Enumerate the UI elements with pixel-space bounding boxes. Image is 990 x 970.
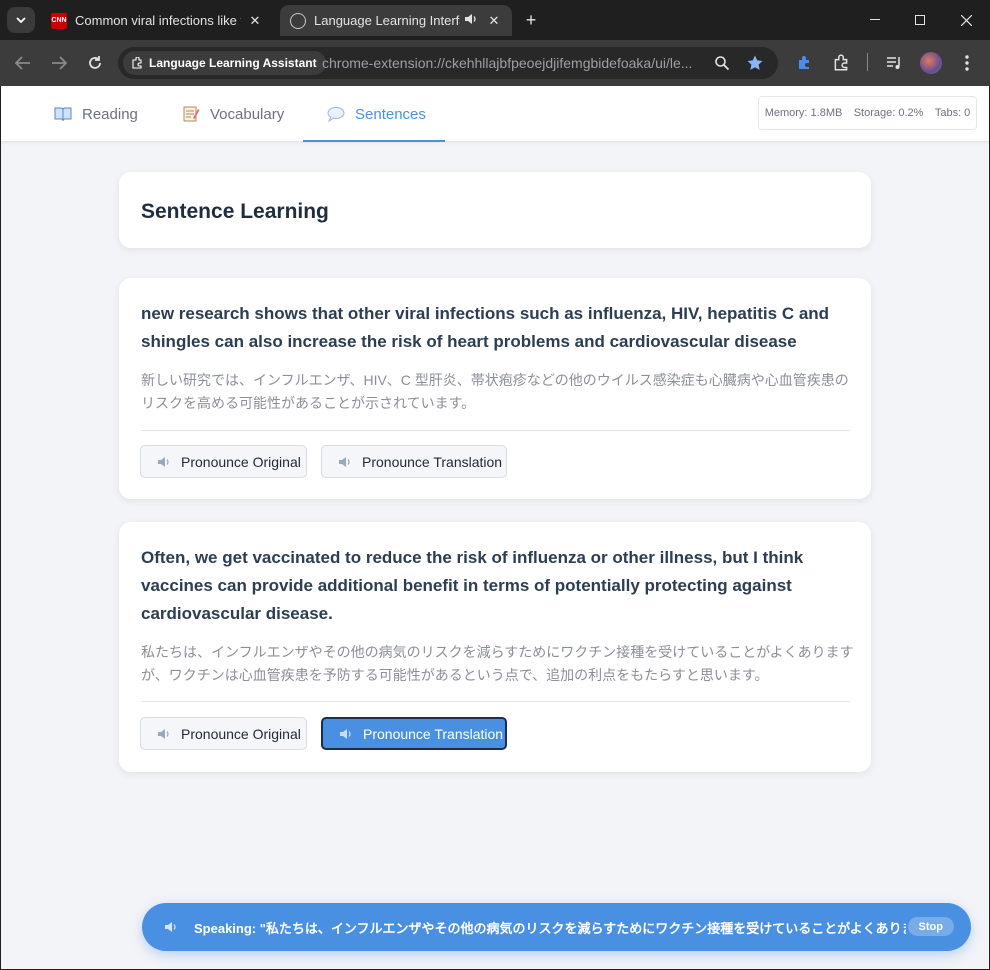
button-label: Pronounce Original [181,725,301,742]
zoom-icon[interactable] [712,53,732,73]
browser-toolbar: Language Learning Assistant chrome-exten… [0,40,990,86]
site-info-chip[interactable]: Language Learning Assistant [123,51,326,75]
extension-icon [132,57,142,69]
tab-label: Vocabulary [210,105,285,123]
close-tab-icon[interactable]: ✕ [486,13,502,29]
app-nav: Reading Vocabulary Sentences Memory: 1.8… [1,86,989,142]
forward-button[interactable] [47,51,71,75]
speaker-icon [165,922,176,932]
pronounce-original-button[interactable]: Pronounce Original [140,717,307,750]
original-sentence: Often, we get vaccinated to reduce the r… [141,548,804,623]
media-control-icon[interactable] [884,52,906,74]
pronounce-translation-button[interactable]: Pronounce Translation [321,445,507,478]
toolbar-divider [867,53,868,71]
tab-title: Language Learning Interface [314,13,460,28]
stop-button[interactable]: Stop [907,917,954,936]
close-window-button[interactable] [943,0,989,40]
reload-button[interactable] [83,51,107,75]
more-menu-icon[interactable] [956,52,978,74]
speaker-icon [340,728,351,739]
speaker-icon [339,456,350,467]
tab-label: Reading [82,105,138,123]
speech-bubble-icon [327,107,345,122]
button-label: Pronounce Translation [363,725,504,742]
browser-tab-language-learning[interactable]: Language Learning Interface ✕ [280,5,512,36]
site-chip-label: Language Learning Assistant [149,56,317,70]
tab-vocabulary[interactable]: Vocabulary [182,86,284,142]
minimize-icon [870,19,880,20]
tab-sentences[interactable]: Sentences [303,86,445,142]
audio-playing-icon[interactable] [464,13,480,28]
button-label: Pronounce Original [181,453,301,470]
maximize-button[interactable] [897,0,943,40]
arrow-left-icon [15,56,30,70]
extensions-menu-icon[interactable] [830,52,852,74]
tab-label: Sentences [355,105,426,123]
profile-avatar[interactable] [920,52,942,74]
speaker-icon [158,456,169,467]
url-text: chrome-extension://ckehhllajbfpeoejdjife… [322,55,693,71]
back-button[interactable] [11,51,35,75]
chevron-down-icon [16,17,26,23]
maximize-icon [915,15,925,25]
tabs-stat: Tabs: 0 [934,107,971,119]
globe-icon [290,12,306,29]
pronounce-translation-button-active[interactable]: Pronounce Translation [321,717,507,750]
page-title: Sentence Learning [141,200,329,223]
translated-sentence: 新しい研究では、インフルエンザ、HIV、C 型肝炎、帯状疱疹などの他のウイルス感… [141,372,849,411]
title-card: Sentence Learning [119,172,871,248]
speaking-text: Speaking: "私たちは、インフルエンザやその他の病気のリスクを減らすため… [194,920,906,936]
sentence-card: new research shows that other viral infe… [119,278,871,499]
address-bar[interactable]: Language Learning Assistant chrome-exten… [118,47,778,79]
tab-reading[interactable]: Reading [54,86,138,142]
button-label: Pronounce Translation [362,453,503,470]
divider [141,430,850,431]
resource-stats: Memory: 1.8MB Storage: 0.2% Tabs: 0 [758,96,977,130]
original-sentence: new research shows that other viral infe… [141,304,830,351]
reload-icon [89,56,101,69]
close-tab-icon[interactable]: ✕ [247,13,263,29]
tab-strip: CNN Common viral infections like flu ✕ L… [0,0,990,40]
speaking-status-bar: Speaking: "私たちは、インフルエンザやその他の病気のリスクを減らすため… [142,903,971,951]
divider [141,701,850,702]
new-tab-button[interactable]: + [520,9,542,31]
memory-stat: Memory: 1.8MB [764,107,843,119]
pronounce-original-button[interactable]: Pronounce Original [140,445,307,478]
browser-tab-cnn[interactable]: CNN Common viral infections like flu ✕ [41,5,273,36]
translated-sentence: 私たちは、インフルエンザやその他の病気のリスクを減らすためにワクチン接種を受けて… [141,644,854,683]
page: Reading Vocabulary Sentences Memory: 1.8… [1,86,989,969]
bookmark-star-icon[interactable] [745,53,765,73]
memo-icon [183,106,200,122]
cnn-favicon-icon: CNN [51,12,67,29]
book-icon [54,107,72,122]
minimize-button[interactable] [852,0,898,40]
extension-puzzle-icon[interactable] [793,52,815,74]
storage-stat: Storage: 0.2% [853,107,924,119]
speaker-icon [158,728,169,739]
sentence-card: Often, we get vaccinated to reduce the r… [119,522,871,772]
tab-search-button[interactable] [7,7,35,33]
close-icon [960,14,972,26]
tab-title: Common viral infections like flu [75,13,241,28]
arrow-right-icon [52,56,67,70]
